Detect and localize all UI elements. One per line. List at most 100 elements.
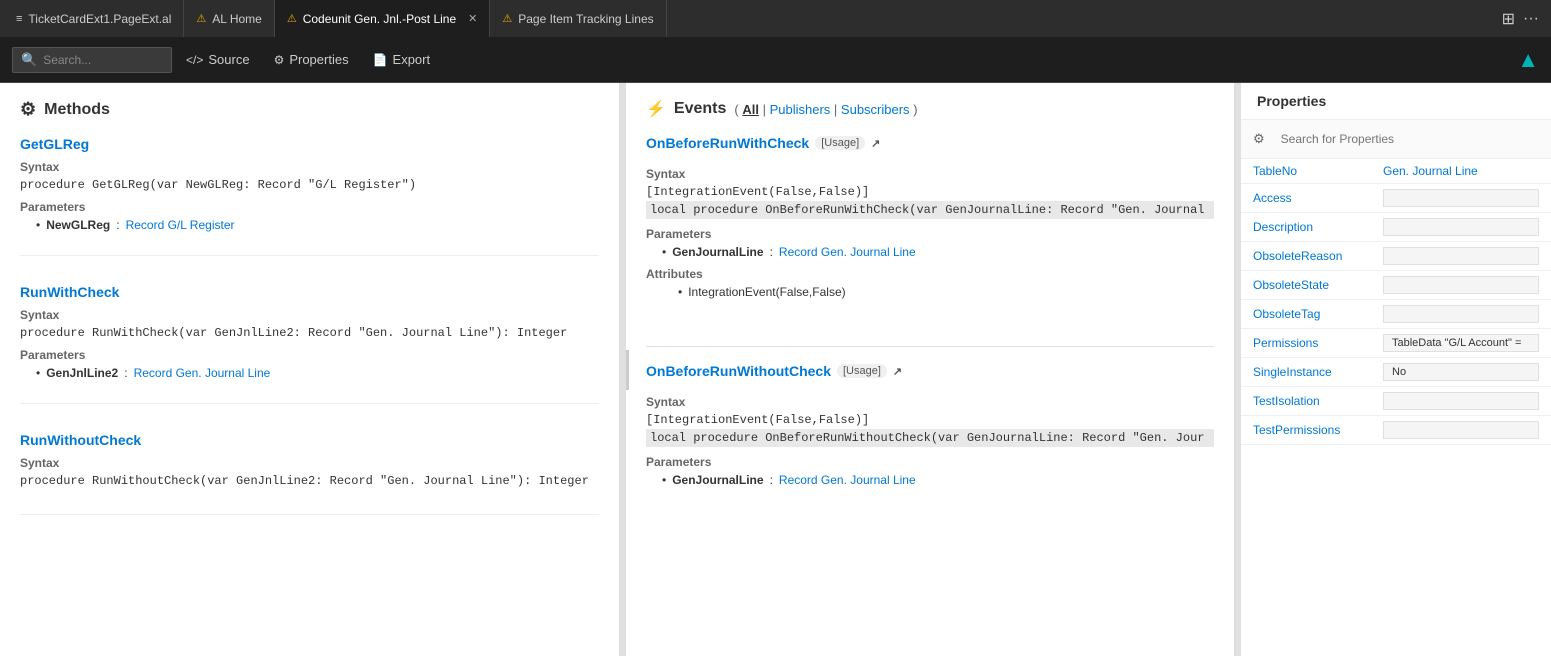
property-row: TestIsolation xyxy=(1241,387,1551,416)
property-row: ObsoleteState xyxy=(1241,271,1551,300)
property-value-box-6: TableData "G/L Account" = xyxy=(1383,334,1539,352)
method-block-runwithoutcheck: RunWithoutCheck Syntax procedure RunWith… xyxy=(20,432,599,515)
event-param-name-1-0: GenJournalLine xyxy=(672,473,763,487)
export-button[interactable]: 📄 Export xyxy=(363,47,441,72)
property-row: ObsoleteReason xyxy=(1241,242,1551,271)
property-value-box-4 xyxy=(1383,276,1539,294)
property-value-box-1 xyxy=(1383,189,1539,207)
syntax-label-0: Syntax xyxy=(20,160,599,174)
right-panel: Properties ⚙ TableNoGen. Journal LineAcc… xyxy=(1241,83,1551,656)
source-button[interactable]: </> Source xyxy=(176,47,260,72)
tab-label: Page Item Tracking Lines xyxy=(518,12,653,26)
event-name-0[interactable]: OnBeforeRunWithCheck [Usage] ↗ xyxy=(646,135,880,151)
event-attr-list-0: • IntegrationEvent(False,False) xyxy=(662,285,1214,299)
tab-bar: ≡ TicketCardExt1.PageExt.al ⚠ AL Home ⚠ … xyxy=(0,0,1551,37)
tab-warning-icon: ⚠ xyxy=(287,12,297,25)
middle-left-bar xyxy=(626,350,629,390)
property-name-7[interactable]: SingleInstance xyxy=(1241,358,1371,387)
tab-file-icon: ≡ xyxy=(16,13,22,25)
left-panel: ⚙ Methods GetGLReg Syntax procedure GetG… xyxy=(0,83,620,656)
properties-button[interactable]: ⚙ Properties xyxy=(264,47,359,72)
event-name-text-1: OnBeforeRunWithoutCheck xyxy=(646,363,831,379)
methods-title: Methods xyxy=(44,101,110,119)
property-name-2[interactable]: Description xyxy=(1241,213,1371,242)
property-value-1 xyxy=(1371,184,1551,213)
tab-close-button[interactable]: ✕ xyxy=(468,12,477,25)
event-name-1[interactable]: OnBeforeRunWithoutCheck [Usage] ↗ xyxy=(646,363,902,379)
property-value-8 xyxy=(1371,387,1551,416)
events-title: Events xyxy=(674,100,726,118)
tab-warning-icon: ⚠ xyxy=(196,12,206,25)
tab-alhome[interactable]: ⚠ AL Home xyxy=(184,0,274,37)
properties-table: TableNo Gen. Journal Line AccessDescriptio… xyxy=(1241,159,1551,445)
param-link-1-0[interactable]: Record Gen. Journal Line xyxy=(134,366,271,380)
method-name-runwithoutcheck[interactable]: RunWithoutCheck xyxy=(20,432,599,448)
event-syntax-1: [IntegrationEvent(False,False)] local pr… xyxy=(646,413,1214,447)
method-block-runwithcheck: RunWithCheck Syntax procedure RunWithChe… xyxy=(20,284,599,404)
properties-search-icon: ⚙ xyxy=(1253,131,1265,147)
tab-label: Codeunit Gen. Jnl.-Post Line xyxy=(303,12,456,26)
syntax-code-1: procedure RunWithCheck(var GenJnlLine2: … xyxy=(20,326,599,340)
property-row: Access xyxy=(1241,184,1551,213)
event-attributes-label-0: Attributes xyxy=(646,267,1214,281)
property-row: SingleInstance No xyxy=(1241,358,1551,387)
parameters-label-0: Parameters xyxy=(20,200,599,214)
property-name-4[interactable]: ObsoleteState xyxy=(1241,271,1371,300)
param-list-1: • GenJnlLine2 : Record Gen. Journal Line xyxy=(36,366,599,380)
syntax-label-2: Syntax xyxy=(20,456,599,470)
property-value-3 xyxy=(1371,242,1551,271)
event-badge-1[interactable]: [Usage] xyxy=(837,364,887,378)
property-value-box-7: No xyxy=(1383,363,1539,381)
param-link-0-0[interactable]: Record G/L Register xyxy=(126,218,235,232)
event-block-onbeforerunwithcheck: OnBeforeRunWithCheck [Usage] ↗ Syntax [I… xyxy=(646,135,1214,322)
source-label: Source xyxy=(208,52,249,67)
event-param-link-1-0[interactable]: Record Gen. Journal Line xyxy=(779,473,916,487)
middle-panel: ⚡ Events ( All | Publishers | Subscriber… xyxy=(626,83,1235,656)
tab-codeunit[interactable]: ⚠ Codeunit Gen. Jnl.-Post Line ✕ xyxy=(275,0,491,37)
event-attributes-0: Attributes • IntegrationEvent(False,Fals… xyxy=(646,267,1214,299)
properties-search-input[interactable] xyxy=(1273,128,1539,150)
method-name-getglreg[interactable]: GetGLReg xyxy=(20,136,599,152)
property-row: Permissions TableData "G/L Account" = xyxy=(1241,329,1551,358)
param-item: • GenJournalLine : Record Gen. Journal L… xyxy=(662,473,1214,487)
source-icon: </> xyxy=(186,53,203,67)
property-value-box-5 xyxy=(1383,305,1539,323)
methods-icon: ⚙ xyxy=(20,99,36,120)
param-name-1-0: GenJnlLine2 xyxy=(46,366,118,380)
property-name-3[interactable]: ObsoleteReason xyxy=(1241,242,1371,271)
param-list-0: • NewGLReg : Record G/L Register xyxy=(36,218,599,232)
property-value-9 xyxy=(1371,416,1551,445)
events-nav-all[interactable]: All xyxy=(742,102,759,117)
property-name-6[interactable]: Permissions xyxy=(1241,329,1371,358)
event-syntax-0: [IntegrationEvent(False,False)] local pr… xyxy=(646,185,1214,219)
events-nav-subscribers[interactable]: Subscribers xyxy=(841,102,910,117)
property-name-1[interactable]: Access xyxy=(1241,184,1371,213)
property-value-2 xyxy=(1371,213,1551,242)
events-header: ⚡ Events ( All | Publishers | Subscriber… xyxy=(646,99,1214,119)
event-external-icon-0[interactable]: ↗ xyxy=(871,137,880,150)
search-box[interactable]: 🔍 xyxy=(12,47,172,73)
search-input[interactable] xyxy=(43,53,163,67)
property-name-8[interactable]: TestIsolation xyxy=(1241,387,1371,416)
property-row: TableNo Gen. Journal Line xyxy=(1241,159,1551,184)
properties-search-bar: ⚙ xyxy=(1241,120,1551,159)
property-value-0: Gen. Journal Line xyxy=(1371,159,1551,184)
property-value-box-9 xyxy=(1383,421,1539,439)
tab-warning-icon: ⚠ xyxy=(502,12,512,25)
tab-ticketcardext[interactable]: ≡ TicketCardExt1.PageExt.al xyxy=(4,0,184,37)
property-name-5[interactable]: ObsoleteTag xyxy=(1241,300,1371,329)
tab-pageitemtracking[interactable]: ⚠ Page Item Tracking Lines xyxy=(490,0,666,37)
property-value-link-0[interactable]: Gen. Journal Line xyxy=(1383,164,1478,178)
more-options-icon[interactable]: ··· xyxy=(1523,10,1539,28)
event-external-icon-1[interactable]: ↗ xyxy=(893,365,902,378)
event-badge-0[interactable]: [Usage] xyxy=(815,136,865,150)
method-name-runwithcheck[interactable]: RunWithCheck xyxy=(20,284,599,300)
param-item: • NewGLReg : Record G/L Register xyxy=(36,218,599,232)
split-editor-icon[interactable]: ⊞ xyxy=(1502,9,1515,29)
property-name-0[interactable]: TableNo xyxy=(1241,159,1371,184)
export-icon: 📄 xyxy=(373,53,388,67)
event-param-link-0-0[interactable]: Record Gen. Journal Line xyxy=(779,245,916,259)
events-nav-publishers[interactable]: Publishers xyxy=(770,102,831,117)
property-name-9[interactable]: TestPermissions xyxy=(1241,416,1371,445)
property-row: ObsoleteTag xyxy=(1241,300,1551,329)
